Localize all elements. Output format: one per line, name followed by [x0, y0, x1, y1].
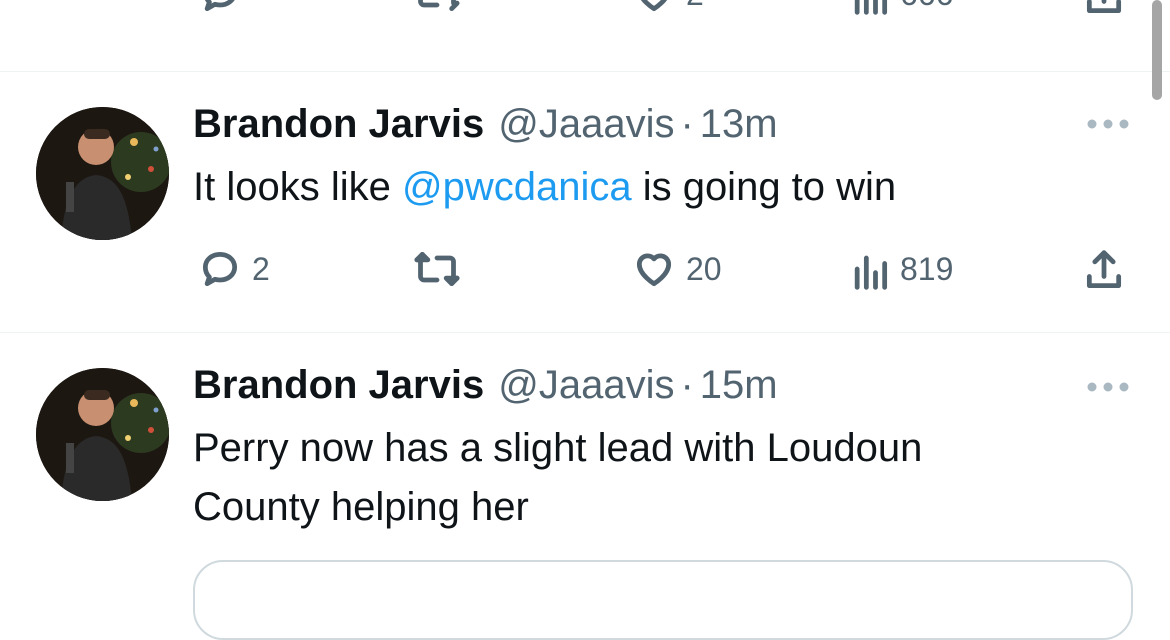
like-count: 20 — [686, 250, 722, 287]
tweet-header: Brandon Jarvis @Jaaavis · 13m — [193, 102, 778, 152]
like-icon — [640, 0, 668, 12]
retweet-button[interactable] — [412, 0, 462, 16]
view-count: 666 — [900, 0, 953, 13]
view-count: 819 — [900, 250, 954, 287]
more-options-button[interactable] — [1086, 380, 1130, 398]
scrollbar[interactable] — [1152, 0, 1162, 100]
like-button[interactable]: 2 — [632, 0, 704, 16]
reply-icon — [202, 251, 238, 287]
more-icon — [1087, 382, 1129, 392]
username[interactable]: @Jaaavis — [498, 363, 674, 408]
retweet-button[interactable] — [412, 247, 462, 291]
separator: · — [680, 363, 694, 407]
avatar[interactable] — [36, 107, 169, 240]
views-icon — [854, 0, 888, 15]
timestamp[interactable]: 15m — [700, 363, 778, 408]
tweet-text: It looks like @pwcdanica is going to win — [193, 158, 1093, 217]
avatar-photo — [36, 368, 169, 501]
display-name[interactable]: Brandon Jarvis — [193, 102, 484, 147]
share-button[interactable] — [1082, 247, 1126, 295]
tweet[interactable]: Brandon Jarvis @Jaaavis · 13m It looks l… — [0, 72, 1170, 332]
retweet-icon — [414, 251, 460, 287]
tweet-header: Brandon Jarvis @Jaaavis · 15m — [193, 363, 778, 413]
avatar-photo — [36, 107, 169, 240]
like-button[interactable]: 20 — [632, 247, 722, 291]
views-button[interactable]: 666 — [850, 0, 953, 16]
separator: · — [680, 102, 694, 146]
tweet-text: Perry now has a slight lead with Loudoun… — [193, 419, 1093, 537]
avatar[interactable] — [36, 368, 169, 501]
like-count: 2 — [686, 0, 704, 13]
timestamp[interactable]: 13m — [700, 102, 778, 147]
share-icon — [1086, 250, 1122, 289]
reply-icon — [204, 0, 235, 12]
share-icon — [1086, 0, 1122, 14]
like-icon — [636, 253, 672, 287]
tweet-text-start: It looks like — [193, 165, 402, 209]
reply-count: 2 — [252, 250, 270, 287]
timeline-feed: 2 666 Brandon Ja — [0, 0, 1170, 640]
tweet-text-line: Perry now has a slight lead with Loudoun — [193, 426, 923, 470]
previous-tweet-actions: 2 666 — [0, 0, 1170, 32]
more-options-button[interactable] — [1086, 117, 1130, 135]
display-name[interactable]: Brandon Jarvis — [193, 363, 484, 408]
retweet-icon — [418, 0, 460, 12]
share-button[interactable] — [1082, 0, 1126, 20]
tweet-text-end: is going to win — [631, 165, 897, 209]
mention-link[interactable]: @pwcdanica — [402, 165, 632, 209]
views-button[interactable]: 819 — [850, 247, 953, 291]
username[interactable]: @Jaaavis — [498, 102, 674, 147]
views-icon — [854, 255, 888, 290]
quoted-tweet-card[interactable] — [193, 560, 1133, 640]
reply-button[interactable]: 2 — [198, 247, 270, 291]
more-icon — [1087, 119, 1129, 129]
tweet-text-line: County helping her — [193, 485, 529, 529]
reply-button[interactable] — [198, 0, 242, 16]
